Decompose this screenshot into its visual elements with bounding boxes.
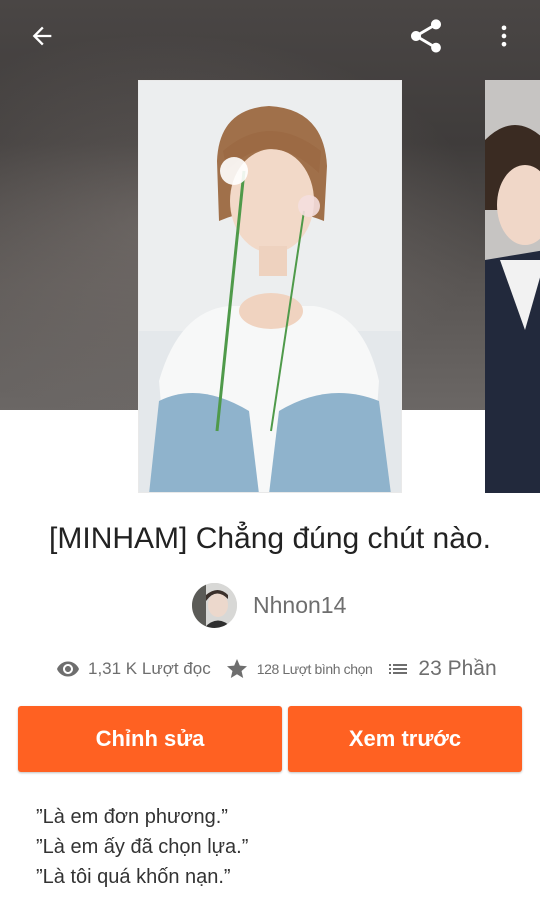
description-line: ”Là tôi quá khốn nạn.”: [36, 866, 231, 888]
story-stats: 1,31 K Lượt đọc 128 Lượt bình chọn 23 Ph…: [56, 655, 497, 683]
edit-button[interactable]: Chỉnh sửa: [18, 706, 282, 772]
parts-stat[interactable]: 23 Phần: [386, 657, 497, 681]
arrow-back-icon: [28, 22, 56, 55]
author-name[interactable]: Nhnon14: [253, 592, 346, 619]
more-options-button[interactable]: [480, 14, 528, 62]
description-line: ”Là em ấy đã chọn lựa.”: [36, 836, 249, 858]
avatar[interactable]: [192, 582, 237, 628]
share-icon: [406, 16, 446, 61]
story-title: [MINHAM] Chẳng đúng chút nào.: [49, 522, 491, 555]
share-button[interactable]: [402, 14, 450, 62]
parts-count: 23 Phần: [418, 657, 497, 680]
more-vertical-icon: [490, 22, 518, 55]
reads-count: 1,31 K Lượt đọc: [88, 659, 211, 678]
reads-stat: 1,31 K Lượt đọc: [56, 657, 211, 681]
back-button[interactable]: [18, 14, 66, 62]
author-row[interactable]: Nhnon14: [192, 582, 346, 628]
star-icon: [225, 657, 249, 681]
list-icon: [386, 657, 410, 681]
preview-button[interactable]: Xem trước: [288, 706, 522, 772]
votes-count: 128 Lượt bình chọn: [256, 661, 373, 677]
eye-icon: [56, 657, 80, 681]
votes-stat: 128 Lượt bình chọn: [225, 657, 373, 681]
next-story-cover[interactable]: [485, 80, 540, 493]
story-description: ”Là em đơn phương.” ”Là em ấy đã chọn lự…: [36, 802, 506, 892]
story-cover-image[interactable]: [138, 80, 402, 493]
description-line: ”Là em đơn phương.”: [36, 806, 228, 828]
